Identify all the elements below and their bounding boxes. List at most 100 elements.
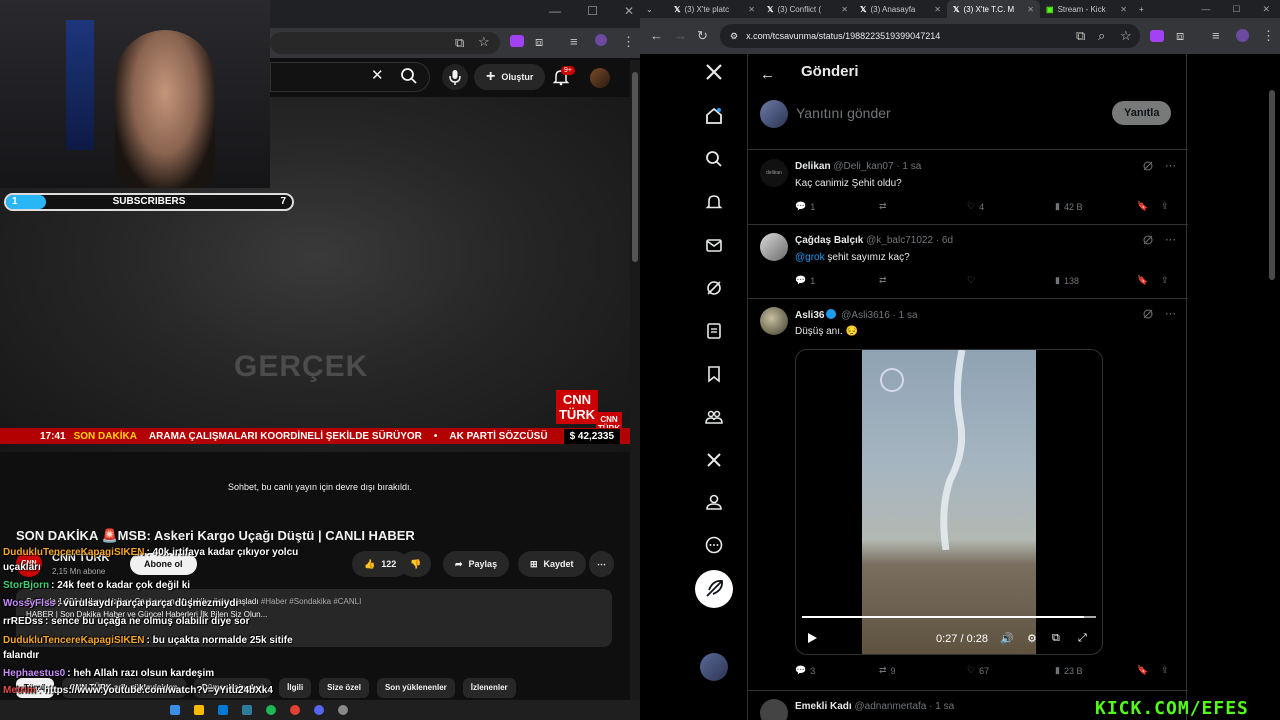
address-bar[interactable]: [270, 32, 500, 54]
extensions-puzzle-icon[interactable]: ⧈: [535, 34, 543, 50]
tweet-avatar[interactable]: [760, 233, 788, 261]
page-scrollbar[interactable]: [1268, 90, 1276, 710]
chat-username[interactable]: DudukluTencereKapagiSIKEN: [3, 635, 145, 646]
extension-icon[interactable]: [1150, 30, 1164, 42]
tab-search-icon[interactable]: ⌄: [640, 0, 668, 18]
browser-menu-icon[interactable]: ⋮: [622, 34, 635, 50]
mention-link[interactable]: @grok: [795, 252, 825, 263]
tab-close-icon[interactable]: ✕: [1027, 5, 1034, 14]
like-action[interactable]: ♡ 67: [967, 665, 989, 676]
reply-action[interactable]: 💬 1: [795, 201, 815, 212]
tweet-author[interactable]: Çağdaş Balçık: [795, 235, 863, 246]
x-logo-icon[interactable]: [704, 62, 724, 82]
reply-action[interactable]: 💬 3: [795, 665, 815, 676]
taskbar-settings-icon[interactable]: [338, 705, 348, 715]
reload-icon[interactable]: ↻: [697, 28, 708, 44]
window-controls[interactable]: — ☐ ✕: [1201, 4, 1280, 15]
tab-4-active[interactable]: 𝕏 (3) X'te T.C. M ✕: [947, 0, 1040, 18]
retweet-action[interactable]: ⇄: [879, 275, 887, 286]
chat-username[interactable]: DudukluTencereKapagiSIKEN: [3, 547, 145, 558]
more-horizontal-icon[interactable]: ⋯: [1165, 233, 1176, 246]
back-icon[interactable]: ←: [650, 28, 663, 43]
tab-3[interactable]: 𝕏 (3) Anasayfa ✕: [854, 0, 947, 18]
like-action[interactable]: ♡: [967, 275, 975, 286]
tweet-avatar[interactable]: delikan: [760, 159, 788, 187]
account-avatar[interactable]: [700, 653, 728, 681]
bookmark-star-icon[interactable]: ☆: [478, 34, 490, 50]
yt-account-avatar[interactable]: [590, 68, 610, 88]
chat-username[interactable]: StorBjorn: [3, 580, 49, 591]
reply-action[interactable]: 💬 1: [795, 275, 815, 286]
create-button[interactable]: + Oluştur: [474, 64, 546, 90]
reply-tweet[interactable]: Çağdaş Balçık @k_balc71022 · 6d ⋯ @grok …: [748, 225, 1188, 299]
tab-close-icon[interactable]: ✕: [841, 5, 848, 14]
notifications-bell-icon[interactable]: [704, 192, 724, 212]
chat-username[interactable]: WossyFlss: [3, 598, 55, 609]
reply-input[interactable]: Yanıtını gönder: [796, 105, 891, 121]
window-controls[interactable]: — ☐ ✕: [549, 4, 634, 18]
grok-icon[interactable]: [1142, 234, 1154, 246]
reply-tweet[interactable]: delikan Delikan @Deli_kan07 · 1 sa ⋯ Kaç…: [748, 151, 1188, 225]
voice-search-button[interactable]: [442, 64, 468, 90]
reply-button[interactable]: Yanıtla: [1112, 101, 1172, 125]
profile-icon[interactable]: [1236, 29, 1249, 42]
taskbar-store-icon[interactable]: [218, 705, 228, 715]
bookmark-star-icon[interactable]: ☆: [1120, 28, 1132, 44]
chat-username[interactable]: Hephaestus0: [3, 668, 65, 679]
taskbar-outlook-icon[interactable]: [242, 705, 252, 715]
forward-icon[interactable]: →: [674, 28, 687, 43]
settings-gear-icon[interactable]: ⚙: [1027, 632, 1037, 645]
bookmark-action[interactable]: 🔖: [1137, 665, 1148, 676]
zoom-icon[interactable]: ⌕: [1098, 28, 1105, 44]
profile-icon[interactable]: [595, 34, 607, 46]
bookmark-action[interactable]: 🔖: [1137, 275, 1148, 286]
volume-icon[interactable]: 🔊: [1000, 632, 1014, 645]
tweet-avatar[interactable]: [760, 699, 788, 720]
taskbar-discord-icon[interactable]: [314, 705, 324, 715]
views-action[interactable]: ▮ 138: [1055, 275, 1079, 286]
like-action[interactable]: ♡ 4: [967, 201, 984, 212]
explore-search-icon[interactable]: [704, 149, 724, 169]
tweet-author[interactable]: Delikan: [795, 161, 831, 172]
tweet-handle[interactable]: @Asli3616 · 1 sa: [841, 310, 917, 321]
close-icon[interactable]: ✕: [624, 4, 634, 18]
site-info-icon[interactable]: ⚙: [730, 31, 738, 42]
chat-username[interactable]: Metrim: [3, 685, 36, 696]
share-action[interactable]: ⇪: [1161, 275, 1169, 286]
bookmark-action[interactable]: 🔖: [1137, 201, 1148, 212]
share-action[interactable]: ⇪: [1161, 201, 1169, 212]
premium-x-icon[interactable]: [704, 450, 724, 470]
tab-close-icon[interactable]: ✕: [1120, 5, 1127, 14]
views-action[interactable]: ▮ 23 B: [1055, 665, 1082, 676]
page-scrollbar[interactable]: [630, 60, 640, 700]
play-icon[interactable]: [806, 632, 818, 644]
tab-5[interactable]: ▣ Stream - Kick ✕: [1040, 0, 1133, 18]
communities-icon[interactable]: [704, 407, 724, 427]
reply-tweet-with-video[interactable]: Asli36 @Asli3616 · 1 sa ⋯ Düşüş anı. 😔 0…: [748, 299, 1188, 691]
new-tab-button[interactable]: +: [1133, 0, 1157, 18]
scrollbar-thumb[interactable]: [1269, 90, 1275, 280]
views-action[interactable]: ▮ 42 B: [1055, 201, 1082, 212]
tweet-avatar[interactable]: [760, 307, 788, 335]
retweet-action[interactable]: ⇄: [879, 201, 887, 212]
tab-1[interactable]: 𝕏 (3) X'te platc ✕: [668, 0, 761, 18]
tweet-handle[interactable]: @k_balc71022 · 6d: [866, 235, 953, 246]
more-circle-icon[interactable]: [704, 535, 724, 555]
install-app-icon[interactable]: ⧉: [455, 35, 464, 51]
media-control-icon[interactable]: ≡: [570, 34, 578, 49]
taskbar-spotify-icon[interactable]: [266, 705, 276, 715]
bookmarks-icon[interactable]: [704, 364, 724, 384]
maximize-icon[interactable]: ☐: [1232, 4, 1240, 15]
maximize-icon[interactable]: ☐: [587, 4, 598, 18]
install-app-icon[interactable]: ⧉: [1076, 28, 1085, 44]
taskbar-explorer-icon[interactable]: [194, 705, 204, 715]
tweet-video[interactable]: 0:27 / 0:28 🔊 ⚙ ⧉ ⤢: [795, 349, 1103, 655]
fullscreen-icon[interactable]: ⤢: [1078, 632, 1087, 645]
grok-icon[interactable]: [704, 278, 724, 298]
more-horizontal-icon[interactable]: ⋯: [1165, 307, 1176, 320]
taskbar-start-icon[interactable]: [170, 705, 180, 715]
compose-post-button[interactable]: [695, 570, 733, 608]
tab-close-icon[interactable]: ✕: [748, 5, 755, 14]
search-icon[interactable]: [400, 67, 418, 85]
more-horizontal-icon[interactable]: ⋯: [1165, 159, 1176, 172]
